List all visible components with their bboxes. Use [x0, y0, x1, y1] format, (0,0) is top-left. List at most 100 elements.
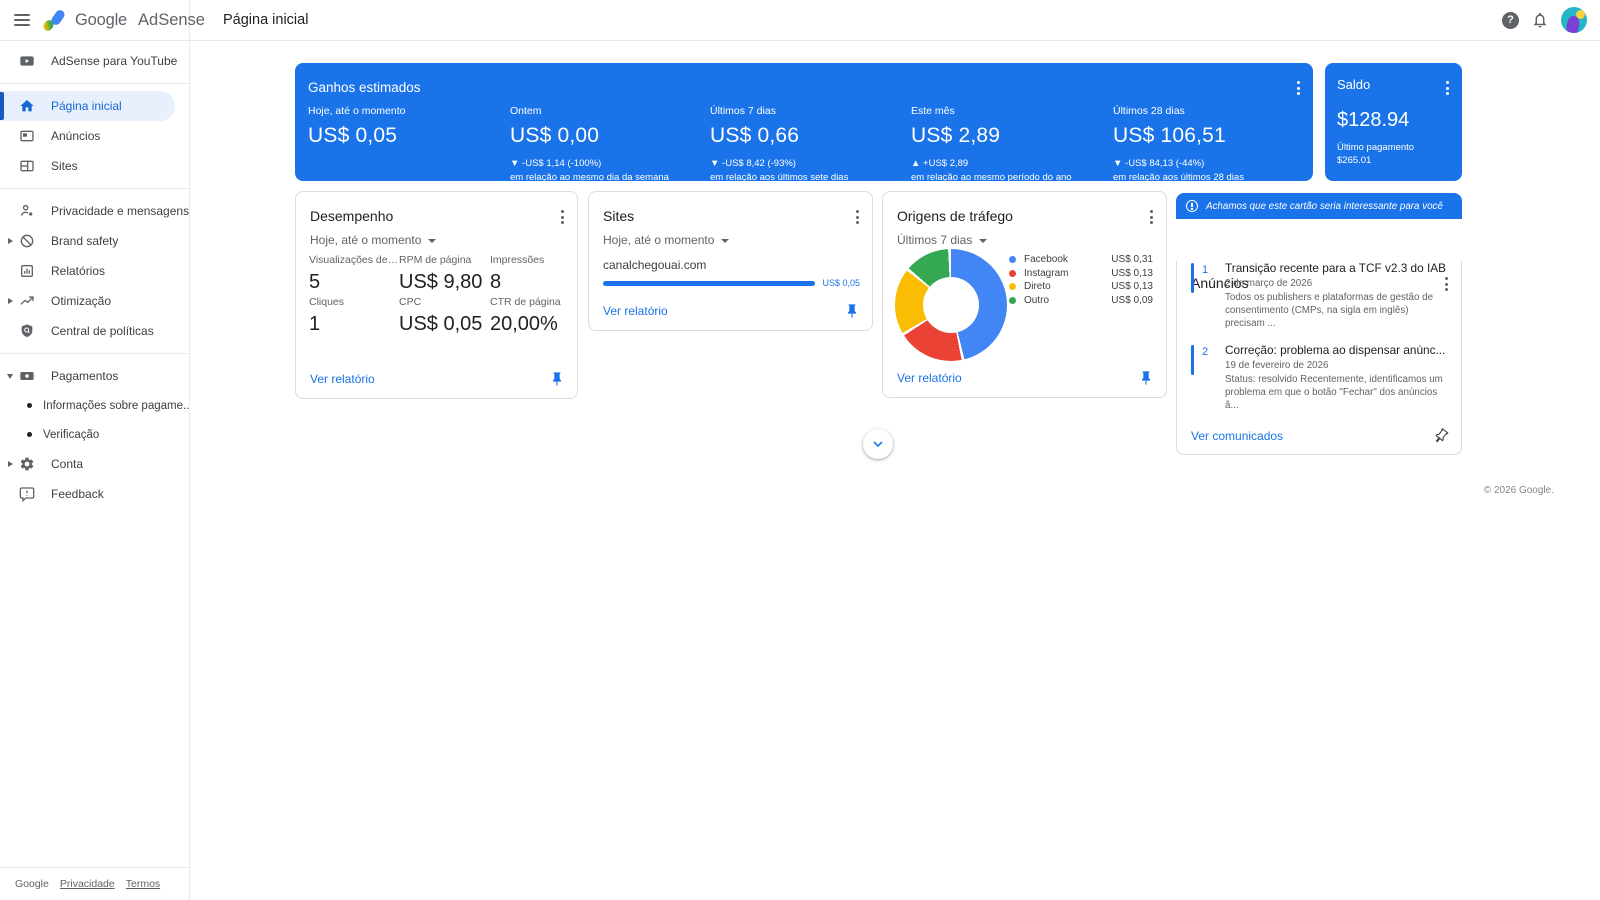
user-avatar[interactable] — [1561, 7, 1587, 33]
privacy-link[interactable]: Privacidade — [60, 878, 115, 890]
estimated-earnings-card: Ganhos estimados Hoje, até o momento US$… — [295, 63, 1313, 194]
collapse-arrow-icon[interactable] — [7, 374, 13, 379]
topbar-brand-area: Google AdSense — [0, 0, 205, 40]
sidebar-item-brand-safety[interactable]: Brand safety — [0, 226, 189, 256]
chevron-down-icon — [873, 441, 883, 448]
home-icon — [18, 97, 36, 115]
legend-dot — [1009, 296, 1016, 304]
bullet-icon — [27, 432, 32, 437]
announcement-body: Status: resolvido Recentemente, identifi… — [1225, 373, 1443, 411]
chevron-down-icon — [428, 239, 437, 243]
legend-row-instagram: Instagram US$ 0,13 — [1009, 267, 1153, 281]
brand-google: Google — [75, 10, 128, 29]
announcement-accent-bar — [1191, 263, 1194, 293]
last-payment-label: Último pagamento — [1337, 142, 1415, 153]
page-title: Página inicial — [223, 12, 309, 28]
balance-title: Saldo — [1337, 77, 1371, 92]
suggestion-badge-icon — [1186, 200, 1198, 212]
earnings-metric-28days: Últimos 28 dias US$ 106,51 ▼ -US$ 84,13 … — [1113, 105, 1244, 183]
suggestion-banner-text: Achamos que este cartão seria interessan… — [1206, 200, 1443, 212]
expand-arrow-icon[interactable] — [8, 461, 13, 467]
announcement-title[interactable]: Correção: problema ao dispensar anúnc... — [1225, 343, 1449, 357]
announcement-accent-bar — [1191, 344, 1194, 375]
bullet-icon — [27, 403, 32, 408]
balance-card: Saldo $128.94 Último pagamento $265.01 — [1325, 63, 1462, 181]
view-report-link[interactable]: Ver relatório — [310, 372, 375, 386]
menu-icon[interactable] — [11, 8, 33, 32]
main-content: Ganhos estimados Hoje, até o momento US$… — [190, 41, 1600, 900]
kebab-menu-icon[interactable] — [1293, 76, 1304, 100]
sidebar-item-home[interactable]: Página inicial — [0, 91, 175, 121]
sidebar-item-optimization[interactable]: Otimização — [0, 286, 189, 316]
view-report-link[interactable]: Ver relatório — [603, 304, 668, 318]
reports-icon — [18, 262, 36, 280]
privacy-person-icon — [18, 202, 36, 220]
sidebar-footer: Google Privacidade Termos — [0, 867, 189, 900]
sidebar-item-payment-info[interactable]: Informações sobre pagame... — [0, 391, 193, 420]
sidebar-item-privacy-messages[interactable]: Privacidade e mensagens — [0, 196, 189, 226]
adsense-logo[interactable]: Google AdSense — [41, 7, 205, 33]
notifications-icon[interactable] — [1530, 10, 1550, 30]
terms-link[interactable]: Termos — [126, 878, 160, 890]
sidebar-item-adsense-youtube[interactable]: AdSense para YouTube — [0, 46, 189, 76]
youtube-icon — [18, 52, 36, 70]
announcement-date: 19 de fevereiro de 2026 — [1225, 359, 1329, 371]
pin-icon[interactable] — [1138, 370, 1154, 386]
site-domain[interactable]: canalchegouai.com — [603, 258, 706, 272]
sidebar: AdSense para YouTube Página inicial Anún… — [0, 41, 193, 900]
sidebar-item-verification[interactable]: Verificação — [0, 420, 189, 449]
performance-period-select[interactable]: Hoje, até o momento — [310, 233, 437, 247]
sidebar-item-payments[interactable]: Pagamentos — [0, 361, 189, 391]
feedback-icon — [18, 485, 36, 503]
kebab-menu-icon[interactable] — [557, 205, 568, 229]
sidebar-divider — [0, 188, 189, 189]
expand-more-button[interactable] — [863, 429, 893, 459]
sidebar-item-account[interactable]: Conta — [0, 449, 189, 479]
earnings-metric-7days: Últimos 7 dias US$ 0,66 ▼ -US$ 8,42 (-93… — [710, 105, 849, 183]
sites-title: Sites — [603, 208, 635, 224]
sidebar-item-sites[interactable]: Sites — [0, 151, 189, 181]
balance-amount: $128.94 — [1337, 109, 1410, 131]
gear-icon — [18, 455, 36, 473]
view-announcements-link[interactable]: Ver comunicados — [1191, 429, 1283, 443]
earnings-title: Ganhos estimados — [308, 80, 421, 95]
sites-icon — [18, 157, 36, 175]
help-icon[interactable]: ? — [1502, 11, 1519, 29]
metric-clicks: Cliques 1 — [309, 296, 345, 335]
chevron-down-icon — [721, 239, 730, 243]
ads-icon — [18, 127, 36, 145]
suggestion-banner: Achamos que este cartão seria interessan… — [1176, 193, 1462, 219]
announcement-title[interactable]: Transição recente para a TCF v2.3 do IAB — [1225, 261, 1449, 275]
copyright-text: © 2026 Google. — [1483, 485, 1554, 496]
legend-row-direct: Direto US$ 0,13 — [1009, 280, 1153, 294]
pin-icon[interactable] — [844, 303, 860, 319]
sidebar-item-feedback[interactable]: Feedback — [0, 479, 189, 509]
sites-period-select[interactable]: Hoje, até o momento — [603, 233, 730, 247]
sidebar-divider — [0, 353, 189, 354]
pin-icon[interactable] — [549, 371, 565, 387]
traffic-title: Origens de tráfego — [897, 208, 1013, 224]
expand-arrow-icon[interactable] — [8, 238, 13, 244]
kebab-menu-icon[interactable] — [852, 205, 863, 229]
brand-adsense: AdSense — [138, 10, 205, 29]
performance-title: Desempenho — [310, 208, 394, 224]
metric-page-ctr: CTR de página 20,00% — [490, 296, 561, 335]
sites-card: Sites Hoje, até o momento canalchegouai.… — [588, 191, 873, 331]
kebab-menu-icon[interactable] — [1146, 205, 1157, 229]
chevron-down-icon — [979, 239, 988, 243]
traffic-period-select[interactable]: Últimos 7 dias — [897, 233, 988, 247]
view-report-link[interactable]: Ver relatório — [897, 371, 962, 385]
topbar: Google AdSense Página inicial ? — [0, 0, 1600, 41]
kebab-menu-icon[interactable] — [1442, 76, 1453, 100]
metric-impressions: Impressões 8 — [490, 254, 545, 293]
sidebar-item-ads[interactable]: Anúncios — [0, 121, 189, 151]
pin-outline-icon[interactable] — [1430, 425, 1452, 447]
expand-arrow-icon[interactable] — [8, 298, 13, 304]
announcement-item: 2 Correção: problema ao dispensar anúnc.… — [1191, 343, 1449, 413]
sidebar-item-policy-center[interactable]: Central de políticas — [0, 316, 189, 346]
performance-card: Desempenho Hoje, até o momento Visualiza… — [295, 191, 578, 399]
brand-safety-icon — [18, 232, 36, 250]
announcements-body: Anúncios 1 Transição recente para a TCF … — [1176, 261, 1462, 455]
last-payment-value: $265.01 — [1337, 155, 1372, 166]
sidebar-item-reports[interactable]: Relatórios — [0, 256, 189, 286]
